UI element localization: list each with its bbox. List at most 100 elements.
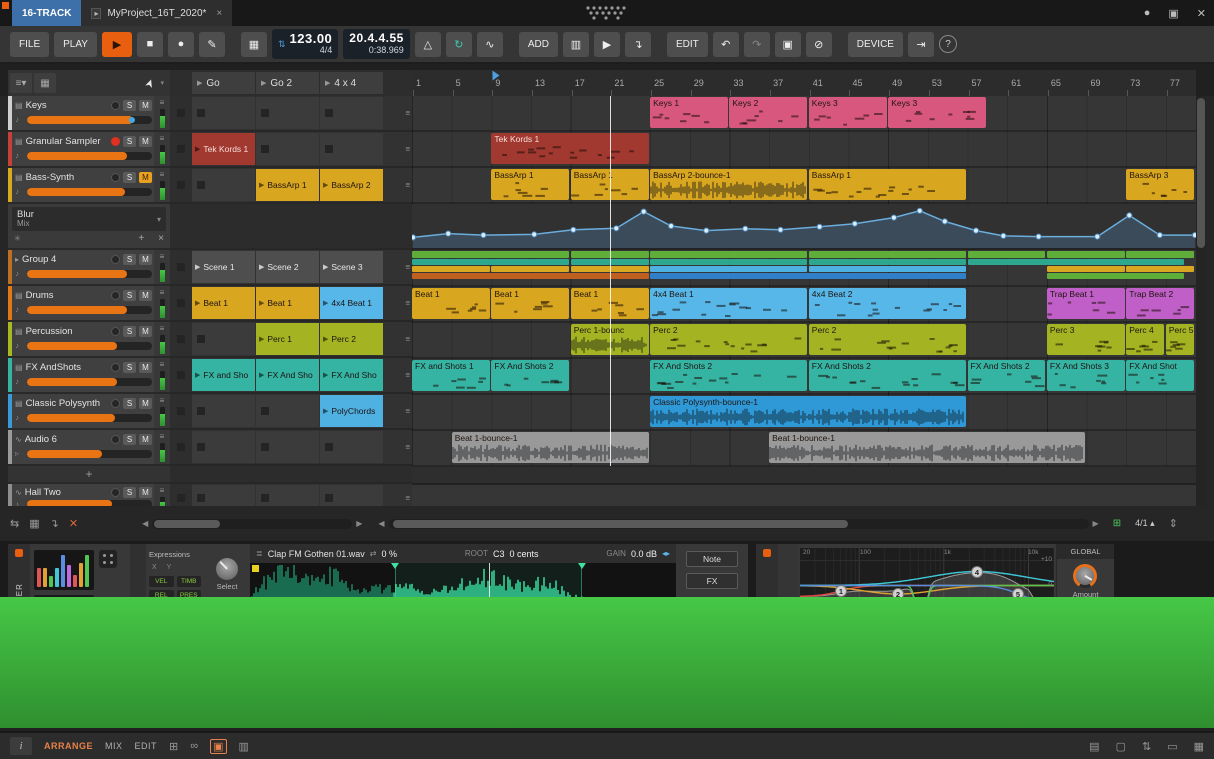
track-header[interactable]: ▤ Percussion S M ♪ ≡	[8, 322, 170, 358]
arranger-clip[interactable]: Keys 1	[650, 97, 728, 128]
group-clip-segment[interactable]	[650, 273, 966, 279]
track-header[interactable]: ▤ Bass-Synth S M ♪ ≡	[8, 168, 170, 204]
window-restore-icon[interactable]: ▣	[1168, 7, 1178, 20]
mute-button[interactable]: M	[139, 326, 152, 337]
solo-button[interactable]: S	[123, 486, 136, 498]
edit-view-button[interactable]: EDIT	[135, 741, 158, 751]
track-expand-icon[interactable]: ≡	[405, 371, 410, 380]
mute-button[interactable]: M	[139, 398, 152, 409]
clip-stop-button[interactable]	[261, 494, 269, 502]
clip-slot[interactable]	[320, 133, 383, 165]
position-display[interactable]: 20.4.4.55 0:38.969	[343, 29, 410, 59]
clip-slot[interactable]	[192, 97, 255, 129]
mute-button[interactable]: M	[139, 136, 152, 147]
volume-fader[interactable]	[27, 151, 152, 160]
macro-bar[interactable]	[79, 562, 83, 587]
record-arm-button[interactable]	[111, 101, 120, 110]
arranger-clip[interactable]: 4x4 Beat 1	[650, 288, 808, 319]
cue-marker[interactable]	[492, 70, 500, 81]
arranger-clip[interactable]: Perc 2	[650, 324, 808, 355]
eq-enabled-led[interactable]	[763, 549, 771, 557]
volume-fader[interactable]	[27, 341, 152, 350]
arrange-view-button[interactable]: ARRANGE	[44, 741, 93, 751]
clip-stop-button[interactable]	[197, 443, 205, 451]
arranger-clip[interactable]: FX And Shots 2	[808, 360, 966, 391]
launcher-clip[interactable]: ▶ Tek Kords 1	[192, 133, 255, 165]
root-cents[interactable]: 0 cents	[509, 549, 538, 559]
eq-band-handle[interactable]: 1	[835, 585, 847, 597]
clip-stop-button[interactable]	[325, 109, 333, 117]
launcher-clip[interactable]: ▶ Beat 1	[192, 287, 255, 319]
track-menu-icon[interactable]: ≡	[160, 252, 165, 261]
macro-bar[interactable]	[43, 567, 47, 587]
launcher-clip[interactable]: ▶ FX And Sho	[256, 359, 319, 391]
launcher-clip[interactable]: ▶ BassArp 2	[320, 169, 383, 201]
clip-stop-button[interactable]	[177, 181, 185, 189]
track-expand-icon[interactable]: ≡	[405, 263, 410, 272]
clip-stop-button[interactable]	[177, 371, 185, 379]
arranger-clip[interactable]: Beat 1	[491, 288, 570, 319]
arranger-clip[interactable]: Perc 5	[1165, 324, 1195, 355]
scroll-left-icon[interactable]: ◀	[142, 519, 148, 528]
mixer-panel-icon[interactable]: ▤	[1089, 740, 1099, 753]
help-button[interactable]: ?	[938, 35, 957, 53]
add-button[interactable]: ADD	[518, 31, 558, 57]
clip-slot[interactable]	[192, 485, 255, 506]
inspector-toggle[interactable]: i	[10, 737, 32, 755]
loop-toggle-icon[interactable]: ↻	[445, 31, 472, 57]
io-routing-icon[interactable]: ⇆	[10, 517, 19, 530]
device-enabled-led[interactable]	[15, 549, 23, 557]
mute-button[interactable]: M	[139, 486, 152, 498]
track-expand-icon[interactable]: ≡	[405, 145, 410, 154]
track-expand-icon[interactable]: ≡	[405, 181, 410, 190]
arranger-clip[interactable]: FX And Shots 2	[491, 360, 570, 391]
select-knob[interactable]	[216, 557, 238, 580]
piano-panel-icon[interactable]: ▥	[239, 740, 249, 753]
clip-play-icon[interactable]: ▶	[259, 181, 264, 189]
launcher-clip[interactable]: ▶ FX and Sho	[192, 359, 255, 391]
solo-button[interactable]: S	[123, 254, 136, 265]
arranger-clip[interactable]: Beat 1-bounce-1	[451, 432, 649, 463]
follow-icon[interactable]: ↴	[50, 517, 59, 530]
launcher-clip[interactable]: ▶ Perc 1	[256, 323, 319, 355]
clip-stop-button[interactable]	[177, 299, 185, 307]
clear-icon[interactable]: ✕	[69, 517, 78, 530]
mute-button[interactable]: M	[139, 100, 152, 111]
solo-button[interactable]: S	[123, 326, 136, 337]
group-scene-cell[interactable]: ▶ Scene 2	[256, 251, 319, 283]
group-clip-segment[interactable]	[650, 259, 808, 265]
volume-fader[interactable]	[27, 377, 152, 386]
clip-slot[interactable]	[320, 485, 383, 506]
arranger-clip[interactable]: BassArp 3	[1126, 169, 1195, 200]
arranger-scrollbar[interactable]	[388, 518, 1089, 529]
track-header[interactable]: ∿ Audio 6 S M ▹ ≡	[8, 430, 170, 466]
solo-button[interactable]: S	[123, 290, 136, 301]
fx-tab[interactable]: FX	[686, 573, 738, 589]
arranger-clip[interactable]: FX And Shots 3	[1046, 360, 1125, 391]
arranger-clip[interactable]: Beat 1-bounce-1	[769, 432, 1085, 463]
tab-16-track[interactable]: 16-TRACK	[12, 0, 82, 26]
macro-bar[interactable]	[67, 565, 71, 587]
record-arm-button[interactable]	[111, 399, 120, 408]
macro-bar[interactable]	[85, 554, 89, 587]
volume-fader[interactable]	[27, 269, 152, 278]
track-header[interactable]: ▤ FX AndShots S M ♪ ≡	[8, 358, 170, 394]
clip-slot[interactable]	[256, 395, 319, 427]
insert-device-icon[interactable]: ⇥	[907, 31, 934, 57]
clip-stop-button[interactable]	[261, 109, 269, 117]
track-list-menu-icon[interactable]: ≡▾	[10, 73, 32, 93]
scene-play-icon[interactable]: ▶	[261, 79, 266, 87]
clip-slot[interactable]	[192, 395, 255, 427]
scene-header-1[interactable]: ▶ Go	[192, 72, 255, 94]
pointer-tool-icon[interactable]: ➤	[142, 76, 157, 90]
launcher-clip[interactable]: ▶ Beat 1	[256, 287, 319, 319]
clip-stop-button[interactable]	[177, 443, 185, 451]
arranger-clip[interactable]: FX And Shots 2	[650, 360, 808, 391]
arranger-clip[interactable]: BassArp 1	[808, 169, 966, 200]
macro-bars-display[interactable]	[34, 550, 94, 590]
track-menu-icon[interactable]: ≡	[160, 98, 165, 107]
scrollbar-thumb[interactable]	[154, 519, 221, 528]
track-header[interactable]: ▤ Keys S M ♪ ≡	[8, 96, 170, 132]
launcher-clip[interactable]: ▶ BassArp 1	[256, 169, 319, 201]
scene-play-icon[interactable]: ▶	[197, 79, 202, 87]
